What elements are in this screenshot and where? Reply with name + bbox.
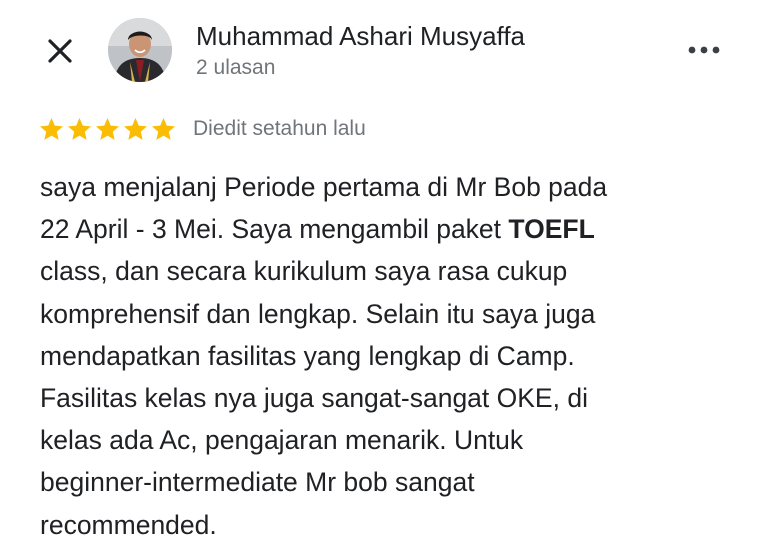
rating-row: Diedit setahun lalu — [38, 114, 366, 144]
star-icon — [124, 117, 147, 140]
review-line-text: recommended. — [40, 509, 217, 540]
user-photo-icon — [108, 18, 172, 82]
review-line: recommended. — [40, 504, 740, 546]
review-line: mendapatkan fasilitas yang lengkap di Ca… — [40, 335, 740, 377]
close-button[interactable] — [44, 35, 76, 67]
close-icon — [48, 39, 72, 63]
star-icon — [96, 117, 119, 140]
review-line-text: Fasilitas kelas nya juga sangat-sangat O… — [40, 383, 588, 414]
review-bold-text: TOEFL — [508, 214, 595, 245]
edited-timestamp: Diedit setahun lalu — [193, 117, 366, 140]
review-line: class, dan secara kurikulum saya rasa cu… — [40, 250, 740, 292]
avatar[interactable] — [108, 18, 172, 82]
more-horizontal-icon — [688, 46, 720, 54]
review-text: saya menjalanj Periode pertama di Mr Bob… — [40, 166, 740, 546]
review-line-text: class, dan secara kurikulum saya rasa cu… — [40, 256, 568, 287]
star-icon — [40, 117, 63, 140]
review-line: 22 April - 3 Mei. Saya mengambil paket T… — [40, 208, 740, 250]
review-line: komprehensif dan lengkap. Selain itu say… — [40, 293, 740, 335]
review-count: 2 ulasan — [196, 56, 276, 79]
review-line: kelas ada Ac, pengajaran menarik. Untuk — [40, 419, 740, 461]
review-line-text: beginner-intermediate Mr bob sangat — [40, 467, 475, 498]
author-name[interactable]: Muhammad Ashari Musyaffa — [196, 20, 525, 52]
review-line-text: komprehensif dan lengkap. Selain itu say… — [40, 298, 596, 329]
review-line: saya menjalanj Periode pertama di Mr Bob… — [40, 166, 740, 208]
review-line-text: saya menjalanj Periode pertama di Mr Bob… — [40, 172, 608, 202]
star-icon — [68, 117, 91, 140]
review-line-text: kelas ada Ac, pengajaran menarik. Untuk — [40, 425, 524, 456]
review-line-text: mendapatkan fasilitas yang lengkap di Ca… — [40, 340, 575, 371]
star-rating — [38, 116, 178, 143]
review-line: Fasilitas kelas nya juga sangat-sangat O… — [40, 377, 740, 419]
more-options-button[interactable] — [684, 34, 724, 66]
star-icon — [152, 117, 175, 140]
review-line-text: 22 April - 3 Mei. Saya mengambil paket — [40, 214, 509, 245]
review-line: beginner-intermediate Mr bob sangat — [40, 461, 740, 503]
